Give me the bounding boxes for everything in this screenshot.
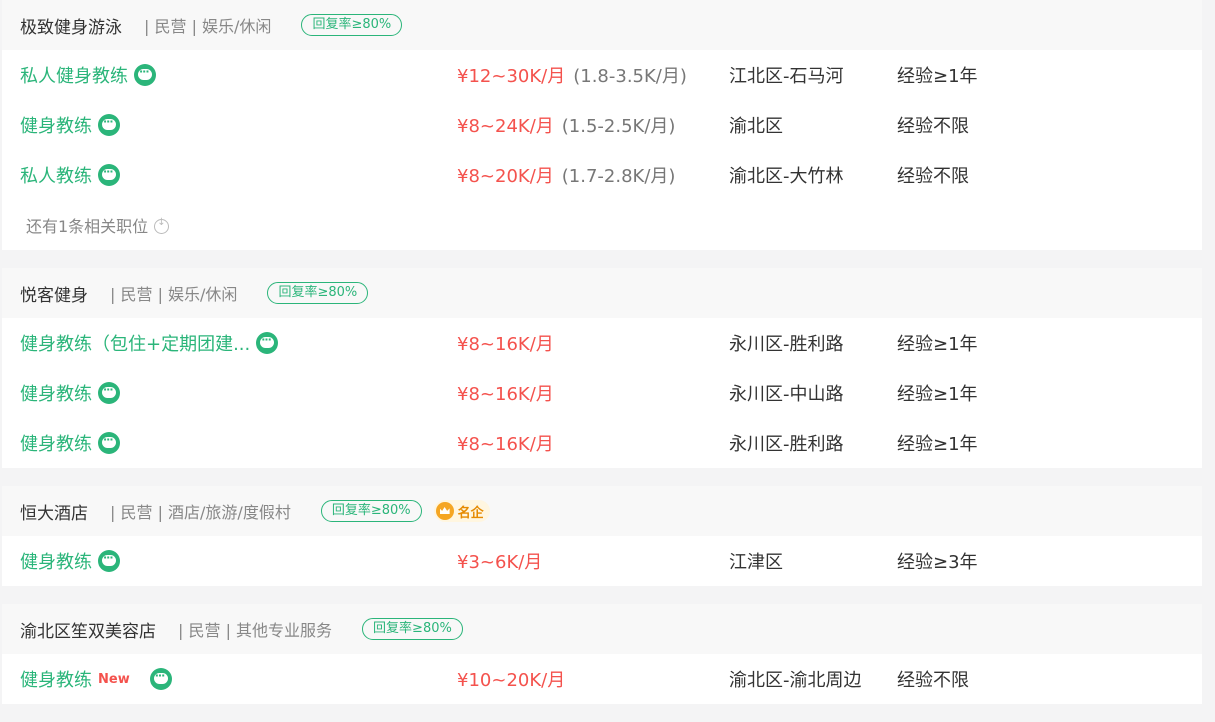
company-header: 悦客健身 | 民营 | 娱乐/休闲 回复率≥80%: [2, 268, 1202, 318]
chat-bubble-icon[interactable]: [98, 550, 120, 572]
company-name[interactable]: 恒大酒店: [20, 499, 88, 524]
job-row[interactable]: 私人教练 ¥8~20K/月 (1.7-2.8K/月) 渝北区-大竹林 经验不限: [2, 150, 1202, 200]
job-experience: 经验不限: [897, 116, 969, 137]
job-title[interactable]: 健身教练: [20, 380, 92, 406]
job-title[interactable]: 健身教练: [20, 548, 92, 574]
job-title-link[interactable]: 健身教练: [20, 112, 120, 138]
job-salary: ¥8~16K/月: [457, 330, 554, 356]
company-meta: | 民营 | 娱乐/休闲: [144, 17, 272, 36]
job-row[interactable]: 健身教练（包住+定期团建... ¥8~16K/月 永川区-胜利路 经验≥1年: [2, 318, 1202, 368]
chat-bubble-icon[interactable]: [98, 164, 120, 186]
job-experience: 经验≥1年: [897, 66, 978, 87]
job-location: 永川区-胜利路: [729, 334, 844, 355]
company-header: 恒大酒店 | 民营 | 酒店/旅游/度假村 回复率≥80% 名企: [2, 486, 1202, 536]
chat-bubble-icon[interactable]: [134, 64, 156, 86]
company-name[interactable]: 极致健身游泳: [20, 13, 122, 38]
salary-range: ¥8~16K/月: [457, 434, 554, 455]
salary-range: ¥8~16K/月: [457, 384, 554, 405]
job-salary: ¥8~20K/月 (1.7-2.8K/月): [457, 162, 675, 188]
salary-range: ¥3~6K/月: [457, 552, 543, 573]
job-salary: ¥12~30K/月 (1.8-3.5K/月): [457, 62, 687, 88]
salary-note: (1.7-2.8K/月): [561, 166, 676, 187]
job-row[interactable]: 健身教练 ¥8~16K/月 永川区-中山路 经验≥1年: [2, 368, 1202, 418]
job-row[interactable]: 私人健身教练 ¥12~30K/月 (1.8-3.5K/月) 江北区-石马河 经验≥1年: [2, 50, 1202, 100]
reply-rate-badge: 回复率≥80%: [362, 618, 463, 640]
job-experience: 经验不限: [897, 166, 969, 187]
card-gap: [0, 586, 1215, 604]
company-name[interactable]: 渝北区笙双美容店: [20, 617, 156, 642]
chat-bubble-icon[interactable]: [256, 332, 279, 354]
chat-bubble-icon[interactable]: [98, 114, 120, 136]
job-experience: 经验≥1年: [897, 384, 978, 405]
job-salary: ¥3~6K/月: [457, 548, 542, 574]
job-title-link[interactable]: 健身教练: [20, 430, 120, 456]
job-location: 永川区-中山路: [729, 384, 844, 405]
more-jobs-link[interactable]: 还有1条相关职位: [2, 200, 1202, 250]
job-title[interactable]: 健身教练: [20, 112, 92, 138]
job-row[interactable]: 健身教练 New ¥10~20K/月 渝北区-渝北周边 经验不限: [2, 654, 1202, 704]
company-card: 悦客健身 | 民营 | 娱乐/休闲 回复率≥80% 健身教练（包住+定期团建... ¥8…: [2, 268, 1202, 468]
job-location: 江津区: [729, 552, 783, 573]
crown-icon: [435, 502, 454, 520]
job-title-link[interactable]: 健身教练（包住+定期团建...: [20, 330, 279, 356]
job-location: 渝北区: [729, 116, 783, 137]
salary-range: ¥8~20K/月: [457, 166, 554, 187]
salary-note: (1.8-3.5K/月): [573, 66, 687, 87]
job-salary: ¥8~24K/月 (1.5-2.5K/月): [457, 112, 675, 138]
job-row[interactable]: 健身教练 ¥3~6K/月 江津区 经验≥3年: [2, 536, 1202, 586]
salary-range: ¥12~30K/月: [457, 66, 566, 87]
company-header: 极致健身游泳 | 民营 | 娱乐/休闲 回复率≥80%: [2, 0, 1202, 50]
more-jobs-label[interactable]: 还有1条相关职位: [26, 213, 148, 237]
company-header: 渝北区笙双美容店 | 民营 | 其他专业服务 回复率≥80%: [2, 604, 1202, 654]
job-location: 永川区-胜利路: [729, 434, 844, 455]
job-row[interactable]: 健身教练 ¥8~24K/月 (1.5-2.5K/月) 渝北区 经验不限: [2, 100, 1202, 150]
company-meta: | 民营 | 娱乐/休闲: [110, 285, 238, 304]
famous-company-label: 名企: [457, 505, 484, 521]
reply-rate-badge: 回复率≥80%: [301, 14, 403, 36]
job-title-link[interactable]: 私人健身教练: [20, 62, 156, 88]
company-meta: | 民营 | 其他专业服务: [178, 621, 333, 640]
job-row[interactable]: 健身教练 ¥8~16K/月 永川区-胜利路 经验≥1年: [2, 418, 1202, 468]
company-card: 渝北区笙双美容店 | 民营 | 其他专业服务 回复率≥80% 健身教练 New ¥10~2…: [2, 604, 1202, 704]
chat-bubble-icon[interactable]: [98, 432, 120, 454]
job-title[interactable]: 健身教练: [20, 430, 92, 456]
company-name[interactable]: 悦客健身: [20, 281, 88, 306]
salary-note: (1.5-2.5K/月): [561, 116, 676, 137]
job-location: 渝北区-大竹林: [729, 166, 844, 187]
job-location: 江北区-石马河: [729, 66, 844, 87]
job-title[interactable]: 私人健身教练: [20, 62, 128, 88]
job-experience: 经验不限: [897, 670, 969, 691]
job-experience: 经验≥1年: [897, 434, 978, 455]
job-location: 渝北区-渝北周边: [729, 670, 862, 691]
card-gap: [0, 250, 1215, 268]
famous-company-tag: 名企: [433, 500, 490, 522]
salary-range: ¥8~24K/月: [457, 116, 554, 137]
job-title-link[interactable]: 健身教练 New: [20, 666, 172, 692]
chat-bubble-icon[interactable]: [149, 668, 172, 690]
job-title[interactable]: 健身教练（包住+定期团建...: [20, 330, 250, 356]
job-title-link[interactable]: 健身教练: [20, 380, 120, 406]
job-title-link[interactable]: 私人教练: [20, 162, 120, 188]
job-salary: ¥8~16K/月: [457, 380, 554, 406]
reply-rate-badge: 回复率≥80%: [320, 500, 422, 522]
reply-rate-badge: 回复率≥80%: [267, 282, 369, 304]
company-meta: | 民营 | 酒店/旅游/度假村: [110, 503, 291, 522]
arrow-down-circle-icon[interactable]: [154, 217, 170, 234]
job-title[interactable]: 健身教练: [20, 666, 92, 692]
card-gap: [0, 468, 1215, 486]
job-salary: ¥10~20K/月: [457, 666, 565, 692]
chat-bubble-icon[interactable]: [98, 382, 120, 404]
salary-range: ¥8~16K/月: [457, 334, 554, 355]
job-salary: ¥8~16K/月: [457, 430, 554, 456]
job-experience: 经验≥3年: [897, 552, 978, 573]
job-title[interactable]: 私人教练: [20, 162, 92, 188]
company-card: 恒大酒店 | 民营 | 酒店/旅游/度假村 回复率≥80% 名企健身教练 ¥3~6K/月…: [2, 486, 1202, 586]
job-experience: 经验≥1年: [897, 334, 978, 355]
salary-range: ¥10~20K/月: [457, 670, 566, 691]
job-title-link[interactable]: 健身教练: [20, 548, 120, 574]
company-job-list: 极致健身游泳| 民营 | 娱乐/休闲回复率≥80%私人健身教练¥12~30K/月…: [0, 0, 1215, 704]
company-card: 极致健身游泳 | 民营 | 娱乐/休闲 回复率≥80% 私人健身教练 ¥12~30K/月…: [2, 0, 1202, 250]
new-tag: New: [98, 671, 130, 687]
